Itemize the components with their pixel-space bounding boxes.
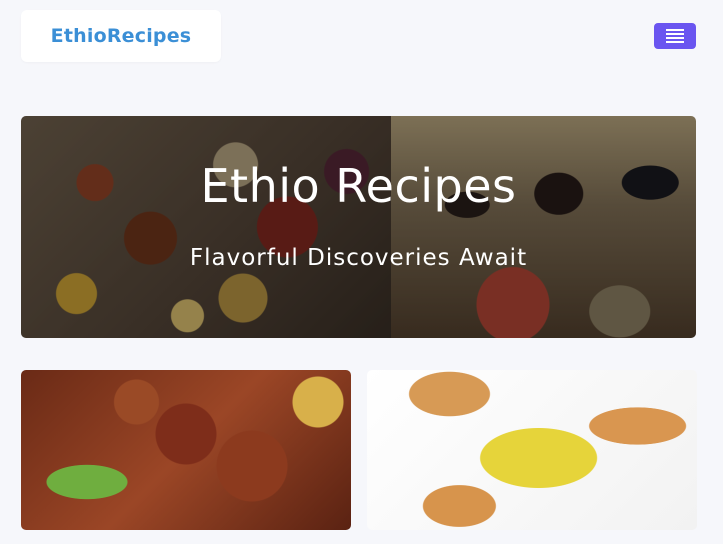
hamburger-menu-icon bbox=[666, 29, 684, 43]
brand-logo[interactable]: EthioRecipes bbox=[21, 10, 221, 62]
hero-title: Ethio Recipes bbox=[200, 159, 517, 213]
recipe-card-eggs[interactable] bbox=[367, 370, 697, 530]
hero-subtitle: Flavorful Discoveries Await bbox=[189, 245, 528, 271]
recipe-card-meat[interactable] bbox=[21, 370, 351, 530]
brand-name: EthioRecipes bbox=[50, 25, 192, 47]
hero-banner: Ethio Recipes Flavorful Discoveries Awai… bbox=[21, 116, 696, 338]
menu-toggle-button[interactable] bbox=[654, 23, 696, 49]
hero-overlay bbox=[21, 116, 696, 338]
